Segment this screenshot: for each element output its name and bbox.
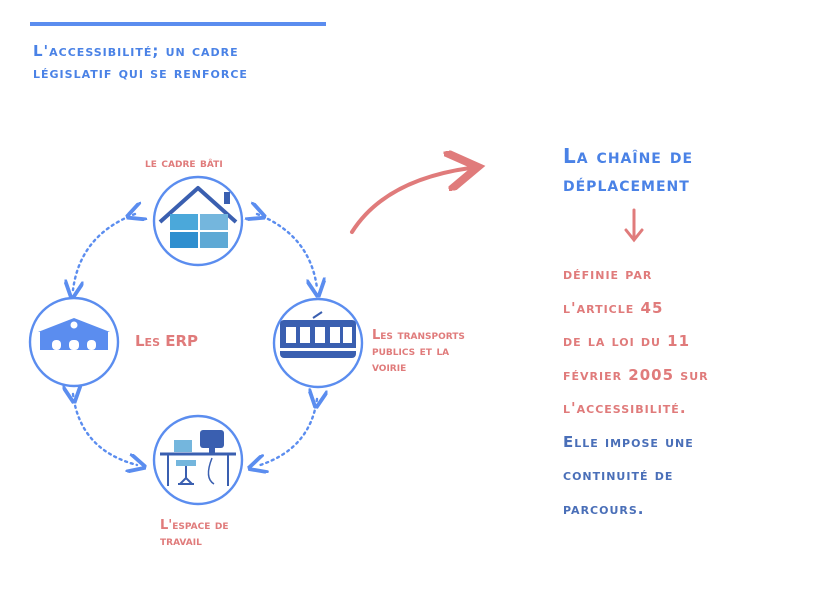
label-travail-line-1: L'espace de <box>160 518 229 533</box>
node-travail <box>152 414 244 506</box>
desc-line-2: l'article 45 <box>563 298 664 317</box>
label-travail: L'espace de travail <box>160 518 229 550</box>
down-arrow <box>624 208 644 243</box>
chain-arrow <box>350 168 470 234</box>
desc-line-3: de la loi du 11 <box>563 332 691 350</box>
stage: { "header": { "title_line1": "L'accessib… <box>0 0 824 591</box>
label-cadre-bati: le cadre bâti <box>145 156 223 171</box>
label-erp: Les ERP <box>135 332 199 350</box>
desc-line-6: Elle impose une <box>563 432 694 451</box>
arrow-erp-travail <box>73 394 137 465</box>
label-transports: Les transports publics et la voirie <box>372 328 465 376</box>
desc-line-7: continuité de <box>563 466 674 484</box>
label-travail-line-2: travail <box>160 534 202 549</box>
desc-line-4: février 2005 sur <box>563 365 709 384</box>
desc-line-8: parcours. <box>563 499 645 518</box>
node-transports <box>272 297 364 389</box>
label-transports-line-2: publics et la <box>372 344 450 359</box>
label-transports-line-1: Les transports <box>372 328 465 343</box>
label-transports-line-3: voirie <box>372 360 407 375</box>
node-erp <box>28 296 120 388</box>
chain-title-line-2: déplacement <box>563 172 690 196</box>
desc-line-1: définie par <box>563 265 653 283</box>
chain-title-line-1: La chaîne de <box>563 144 694 168</box>
node-cadre-bati <box>152 175 244 267</box>
arrow-bati-transports <box>257 214 317 288</box>
arrow-transports-travail <box>257 399 317 466</box>
chain-title: La chaîne de déplacement <box>563 142 803 198</box>
desc-line-5: l'accessibilité. <box>563 399 687 417</box>
arrow-bati-erp <box>73 214 135 290</box>
chain-description: définie par l'article 45 de la loi du 11… <box>563 258 803 526</box>
